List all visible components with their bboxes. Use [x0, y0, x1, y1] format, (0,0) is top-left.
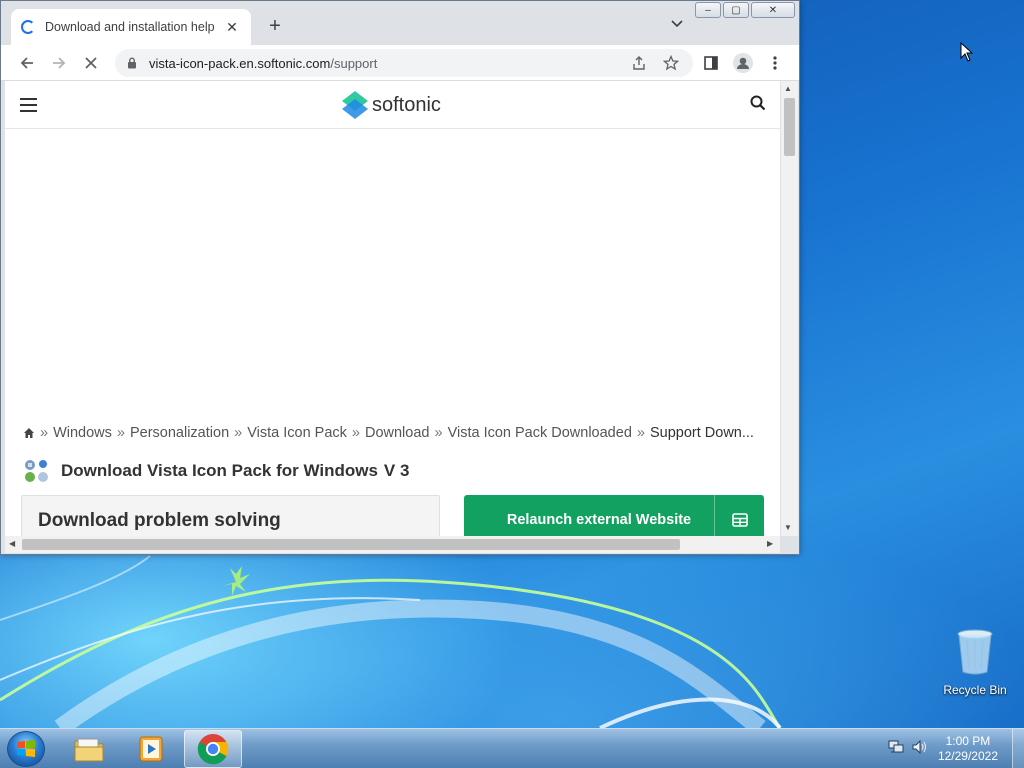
system-tray: 1:00 PM 12/29/2022 [888, 729, 1024, 768]
browser-toolbar: vista-icon-pack.en.softonic.com/support [1, 45, 799, 81]
tab-active[interactable]: Download and installation help ✕ [11, 9, 251, 45]
breadcrumb-separator: » [434, 425, 443, 441]
breadcrumb-separator: » [234, 425, 243, 441]
loading-spinner-icon [21, 20, 35, 34]
tab-title: Download and installation help [45, 20, 215, 34]
breadcrumb-separator: » [40, 425, 49, 441]
breadcrumb-separator: » [636, 425, 645, 441]
app-title: Download Vista Icon Pack for Windows [61, 461, 378, 480]
media-player-icon [139, 736, 163, 762]
stop-loading-button[interactable] [79, 51, 103, 75]
recycle-bin-label: Recycle Bin [943, 683, 1007, 697]
share-button[interactable] [627, 51, 651, 75]
show-desktop-button[interactable] [1012, 729, 1024, 768]
side-panel-icon [704, 56, 718, 70]
network-icon[interactable] [888, 740, 904, 759]
vista-icon-pack-app-icon [25, 460, 48, 482]
ad-space [5, 130, 780, 420]
chrome-icon [197, 734, 229, 765]
url-host: vista-icon-pack.en.softonic.com [149, 55, 331, 71]
clock-date: 12/29/2022 [937, 749, 998, 763]
address-bar[interactable]: vista-icon-pack.en.softonic.com/support [115, 49, 693, 77]
hamburger-menu-icon[interactable] [20, 98, 37, 112]
horizontal-scroll-thumb[interactable] [22, 539, 680, 550]
taskbar-media-player[interactable] [122, 730, 180, 768]
lock-icon [128, 57, 136, 69]
star-icon [663, 55, 679, 71]
stop-icon [85, 57, 97, 69]
relaunch-label: Relaunch external Website [506, 512, 692, 528]
app-title-row: Download Vista Icon Pack for Windows V 3 [23, 459, 409, 483]
breadcrumb-item-personalization[interactable]: Personalization [130, 425, 229, 441]
breadcrumb-item-vista-icon-pack[interactable]: Vista Icon Pack [247, 425, 347, 441]
page-viewport: softonic » Windows » Personalization » V… [5, 81, 780, 536]
logo-text: softonic [372, 93, 441, 116]
breadcrumb: » Windows » Personalization » Vista Icon… [23, 425, 773, 441]
site-header: softonic [5, 81, 780, 129]
back-arrow-icon [20, 57, 33, 69]
profile-button[interactable] [731, 51, 755, 75]
folder-icon [74, 738, 104, 762]
profile-avatar-icon [733, 53, 753, 73]
problem-title: Download problem solving [38, 510, 281, 531]
breadcrumb-item-download[interactable]: Download [365, 425, 430, 441]
breadcrumb-separator: » [116, 425, 125, 441]
app-version: V 3 [383, 461, 410, 480]
vertical-scrollbar[interactable]: ▲ ▼ [781, 81, 798, 536]
forward-arrow-icon [53, 57, 66, 69]
breadcrumb-item-windows[interactable]: Windows [53, 425, 112, 441]
scroll-down-arrow-icon[interactable]: ▼ [784, 523, 792, 532]
breadcrumb-item-downloaded[interactable]: Vista Icon Pack Downloaded [448, 425, 632, 441]
url-path: /support [330, 55, 378, 71]
recycle-bin[interactable]: Recycle Bin [940, 628, 1010, 697]
recycle-bin-icon [957, 629, 993, 675]
windows-logo-icon [17, 740, 35, 757]
softonic-logo-icon [342, 91, 368, 119]
new-tab-button[interactable]: + [263, 15, 287, 37]
scroll-right-arrow-icon[interactable]: ▶ [767, 539, 773, 548]
forward-button[interactable] [47, 51, 71, 75]
share-icon [633, 56, 645, 70]
taskbar-chrome[interactable] [184, 730, 242, 768]
horizontal-scrollbar[interactable]: ◀ ▶ [5, 536, 780, 553]
start-button[interactable] [7, 731, 45, 767]
taskbar-file-explorer[interactable] [60, 730, 118, 768]
back-button[interactable] [15, 51, 39, 75]
side-panel-button[interactable] [699, 51, 723, 75]
home-icon[interactable] [23, 427, 35, 439]
tab-search-icon[interactable] [671, 17, 683, 31]
tab-close-icon[interactable]: ✕ [223, 19, 241, 36]
tab-strip: Download and installation help ✕ + – ▢ ✕ [1, 1, 799, 45]
clock-time: 1:00 PM [945, 734, 991, 748]
mouse-cursor-icon [960, 41, 974, 67]
volume-icon[interactable] [912, 739, 928, 759]
vertical-scroll-thumb[interactable] [784, 98, 795, 156]
close-window-button[interactable]: ✕ [751, 2, 795, 18]
relaunch-website-button[interactable]: Relaunch external Website [464, 495, 764, 536]
browser-window: Download and installation help ✕ + – ▢ ✕ [0, 0, 800, 555]
scroll-up-arrow-icon[interactable]: ▲ [784, 84, 792, 93]
site-search-icon[interactable] [750, 95, 766, 116]
menu-button[interactable] [763, 51, 787, 75]
window-caption-buttons: – ▢ ✕ [695, 2, 795, 18]
kebab-menu-icon [773, 56, 777, 70]
url-text: vista-icon-pack.en.softonic.com/support [149, 56, 377, 71]
minimize-button[interactable]: – [695, 2, 721, 18]
breadcrumb-current: Support Down... [649, 425, 754, 441]
breadcrumb-separator: » [351, 425, 360, 441]
taskbar: 1:00 PM 12/29/2022 [0, 728, 1024, 768]
softonic-logo[interactable]: softonic [342, 91, 441, 119]
maximize-button[interactable]: ▢ [723, 2, 749, 18]
bookmark-button[interactable] [659, 51, 683, 75]
grid-icon [714, 495, 764, 536]
download-problem-box: Download problem solving [21, 495, 440, 536]
taskbar-clock[interactable]: 1:00 PM 12/29/2022 [938, 734, 998, 764]
scroll-left-arrow-icon[interactable]: ◀ [9, 539, 15, 548]
